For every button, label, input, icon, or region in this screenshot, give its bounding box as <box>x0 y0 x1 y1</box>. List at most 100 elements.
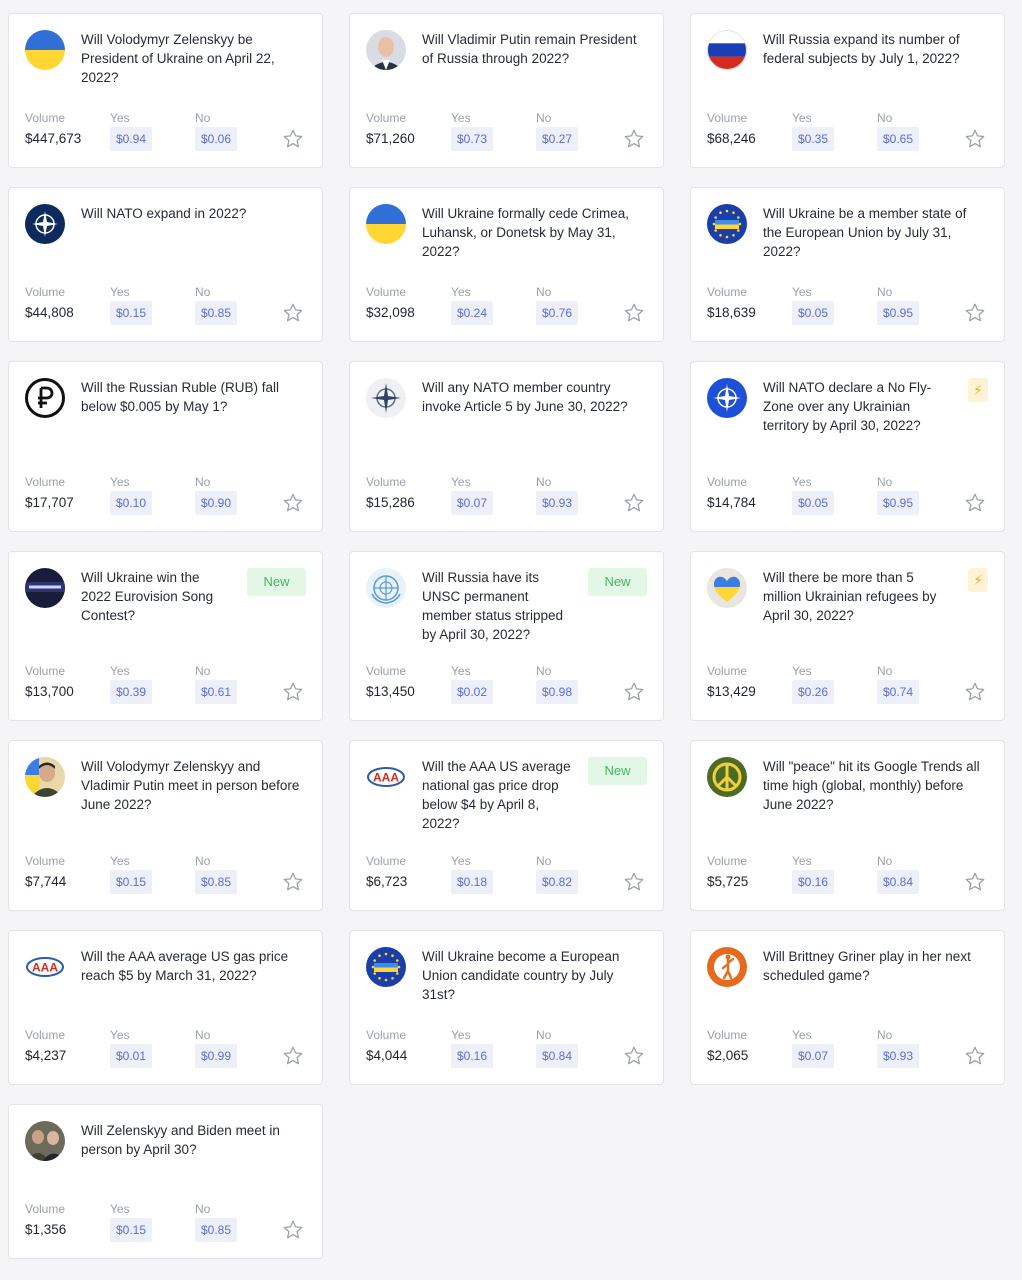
yes-price-button[interactable]: $0.05 <box>792 301 835 325</box>
market-title[interactable]: Will Ukraine formally cede Crimea, Luhan… <box>422 204 647 261</box>
no-price-button[interactable]: $0.84 <box>877 870 920 894</box>
market-card[interactable]: Will Ukraine be a member state of the Eu… <box>690 187 1005 342</box>
market-card[interactable]: AAA Will the AAA average US gas price re… <box>8 930 323 1085</box>
no-price-button[interactable]: $0.95 <box>877 491 920 515</box>
market-card[interactable]: Will Russia expand its number of federal… <box>690 13 1005 168</box>
star-icon[interactable] <box>282 1219 304 1241</box>
market-title[interactable]: Will "peace" hit its Google Trends all t… <box>763 757 988 814</box>
market-card[interactable]: Will Volodymyr Zelenskyy be President of… <box>8 13 323 168</box>
market-title[interactable]: Will the AAA US average national gas pri… <box>422 757 573 833</box>
yes-price-button[interactable]: $0.35 <box>792 127 835 151</box>
no-price-button[interactable]: $0.99 <box>195 1044 238 1068</box>
no-price-button[interactable]: $0.85 <box>195 1218 238 1242</box>
yes-price-button[interactable]: $0.94 <box>110 127 153 151</box>
star-icon[interactable] <box>623 871 645 893</box>
no-price-button[interactable]: $0.74 <box>877 680 920 704</box>
yes-price-button[interactable]: $0.16 <box>792 870 835 894</box>
yes-price-button[interactable]: $0.07 <box>792 1044 835 1068</box>
star-icon[interactable] <box>623 302 645 324</box>
no-price-button[interactable]: $0.85 <box>195 301 238 325</box>
no-price-button[interactable]: $0.27 <box>536 127 579 151</box>
market-card[interactable]: Will Vladimir Putin remain President of … <box>349 13 664 168</box>
market-card[interactable]: Will the Russian Ruble (RUB) fall below … <box>8 361 323 532</box>
yes-price-button[interactable]: $0.01 <box>110 1044 153 1068</box>
market-card[interactable]: Will Ukraine win the 2022 Eurovision Son… <box>8 551 323 721</box>
no-price-button[interactable]: $0.65 <box>877 127 920 151</box>
market-card[interactable]: Will Brittney Griner play in her next sc… <box>690 930 1005 1085</box>
new-badge: New <box>588 568 647 596</box>
star-icon[interactable] <box>623 1045 645 1067</box>
yes-price-button[interactable]: $0.02 <box>451 680 494 704</box>
no-price-button[interactable]: $0.06 <box>195 127 238 151</box>
market-card[interactable]: Will "peace" hit its Google Trends all t… <box>690 740 1005 911</box>
yes-label: Yes <box>451 285 471 299</box>
market-title[interactable]: Will NATO declare a No Fly-Zone over any… <box>763 378 954 435</box>
no-price-button[interactable]: $0.90 <box>195 491 238 515</box>
star-icon[interactable] <box>282 492 304 514</box>
yes-price-button[interactable]: $0.05 <box>792 491 835 515</box>
no-price-button[interactable]: $0.93 <box>536 491 579 515</box>
yes-price-button[interactable]: $0.26 <box>792 680 835 704</box>
no-price-button[interactable]: $0.85 <box>195 870 238 894</box>
market-title[interactable]: Will Russia have its UNSC permanent memb… <box>422 568 573 644</box>
market-card[interactable]: Will NATO expand in 2022? Volume Yes No … <box>8 187 323 342</box>
star-icon[interactable] <box>964 681 986 703</box>
market-title[interactable]: Will Ukraine win the 2022 Eurovision Son… <box>81 568 232 625</box>
yes-price-button[interactable]: $0.15 <box>110 870 153 894</box>
no-price-button[interactable]: $0.93 <box>877 1044 920 1068</box>
market-card[interactable]: Will Zelenskyy and Biden meet in person … <box>8 1104 323 1259</box>
market-card[interactable]: Will Ukraine formally cede Crimea, Luhan… <box>349 187 664 342</box>
market-title[interactable]: Will Volodymyr Zelenskyy be President of… <box>81 30 306 87</box>
market-title[interactable]: Will the AAA average US gas price reach … <box>81 947 306 985</box>
star-icon[interactable] <box>964 302 986 324</box>
market-card[interactable]: Will NATO declare a No Fly-Zone over any… <box>690 361 1005 532</box>
market-title[interactable]: Will NATO expand in 2022? <box>81 204 306 223</box>
market-title[interactable]: Will Vladimir Putin remain President of … <box>422 30 647 68</box>
no-price-button[interactable]: $0.84 <box>536 1044 579 1068</box>
yes-price-button[interactable]: $0.18 <box>451 870 494 894</box>
star-icon[interactable] <box>964 871 986 893</box>
star-icon[interactable] <box>282 681 304 703</box>
market-title[interactable]: Will the Russian Ruble (RUB) fall below … <box>81 378 306 416</box>
no-price-button[interactable]: $0.95 <box>877 301 920 325</box>
new-badge: New <box>247 568 306 596</box>
volume-label: Volume <box>707 285 748 299</box>
star-icon[interactable] <box>282 128 304 150</box>
yes-price-button[interactable]: $0.10 <box>110 491 153 515</box>
yes-price-button[interactable]: $0.73 <box>451 127 494 151</box>
yes-price-button[interactable]: $0.15 <box>110 1218 153 1242</box>
market-card[interactable]: Will Ukraine become a European Union can… <box>349 930 664 1085</box>
market-title[interactable]: Will any NATO member country invoke Arti… <box>422 378 647 416</box>
market-title[interactable]: Will Zelenskyy and Biden meet in person … <box>81 1121 306 1159</box>
market-title[interactable]: Will Brittney Griner play in her next sc… <box>763 947 988 985</box>
star-icon[interactable] <box>623 128 645 150</box>
star-icon[interactable] <box>964 492 986 514</box>
no-price-button[interactable]: $0.76 <box>536 301 579 325</box>
market-title[interactable]: Will Russia expand its number of federal… <box>763 30 988 68</box>
star-icon[interactable] <box>282 302 304 324</box>
star-icon[interactable] <box>282 1045 304 1067</box>
star-icon[interactable] <box>623 492 645 514</box>
market-card[interactable]: Will Volodymyr Zelenskyy and Vladimir Pu… <box>8 740 323 911</box>
yes-price-button[interactable]: $0.07 <box>451 491 494 515</box>
market-title[interactable]: Will Volodymyr Zelenskyy and Vladimir Pu… <box>81 757 306 814</box>
volume-value: $15,286 <box>366 495 415 510</box>
market-card[interactable]: Will there be more than 5 million Ukrain… <box>690 551 1005 721</box>
yes-price-button[interactable]: $0.16 <box>451 1044 494 1068</box>
market-card[interactable]: AAA Will the AAA US average national gas… <box>349 740 664 911</box>
yes-price-button[interactable]: $0.24 <box>451 301 494 325</box>
market-title[interactable]: Will Ukraine be a member state of the Eu… <box>763 204 988 261</box>
yes-price-button[interactable]: $0.39 <box>110 680 153 704</box>
no-price-button[interactable]: $0.82 <box>536 870 579 894</box>
star-icon[interactable] <box>964 128 986 150</box>
no-price-button[interactable]: $0.98 <box>536 680 579 704</box>
market-card[interactable]: Will any NATO member country invoke Arti… <box>349 361 664 532</box>
star-icon[interactable] <box>282 871 304 893</box>
market-title[interactable]: Will Ukraine become a European Union can… <box>422 947 647 1004</box>
market-title[interactable]: Will there be more than 5 million Ukrain… <box>763 568 954 625</box>
star-icon[interactable] <box>964 1045 986 1067</box>
market-card[interactable]: Will Russia have its UNSC permanent memb… <box>349 551 664 721</box>
no-price-button[interactable]: $0.61 <box>195 680 238 704</box>
yes-price-button[interactable]: $0.15 <box>110 301 153 325</box>
star-icon[interactable] <box>623 681 645 703</box>
